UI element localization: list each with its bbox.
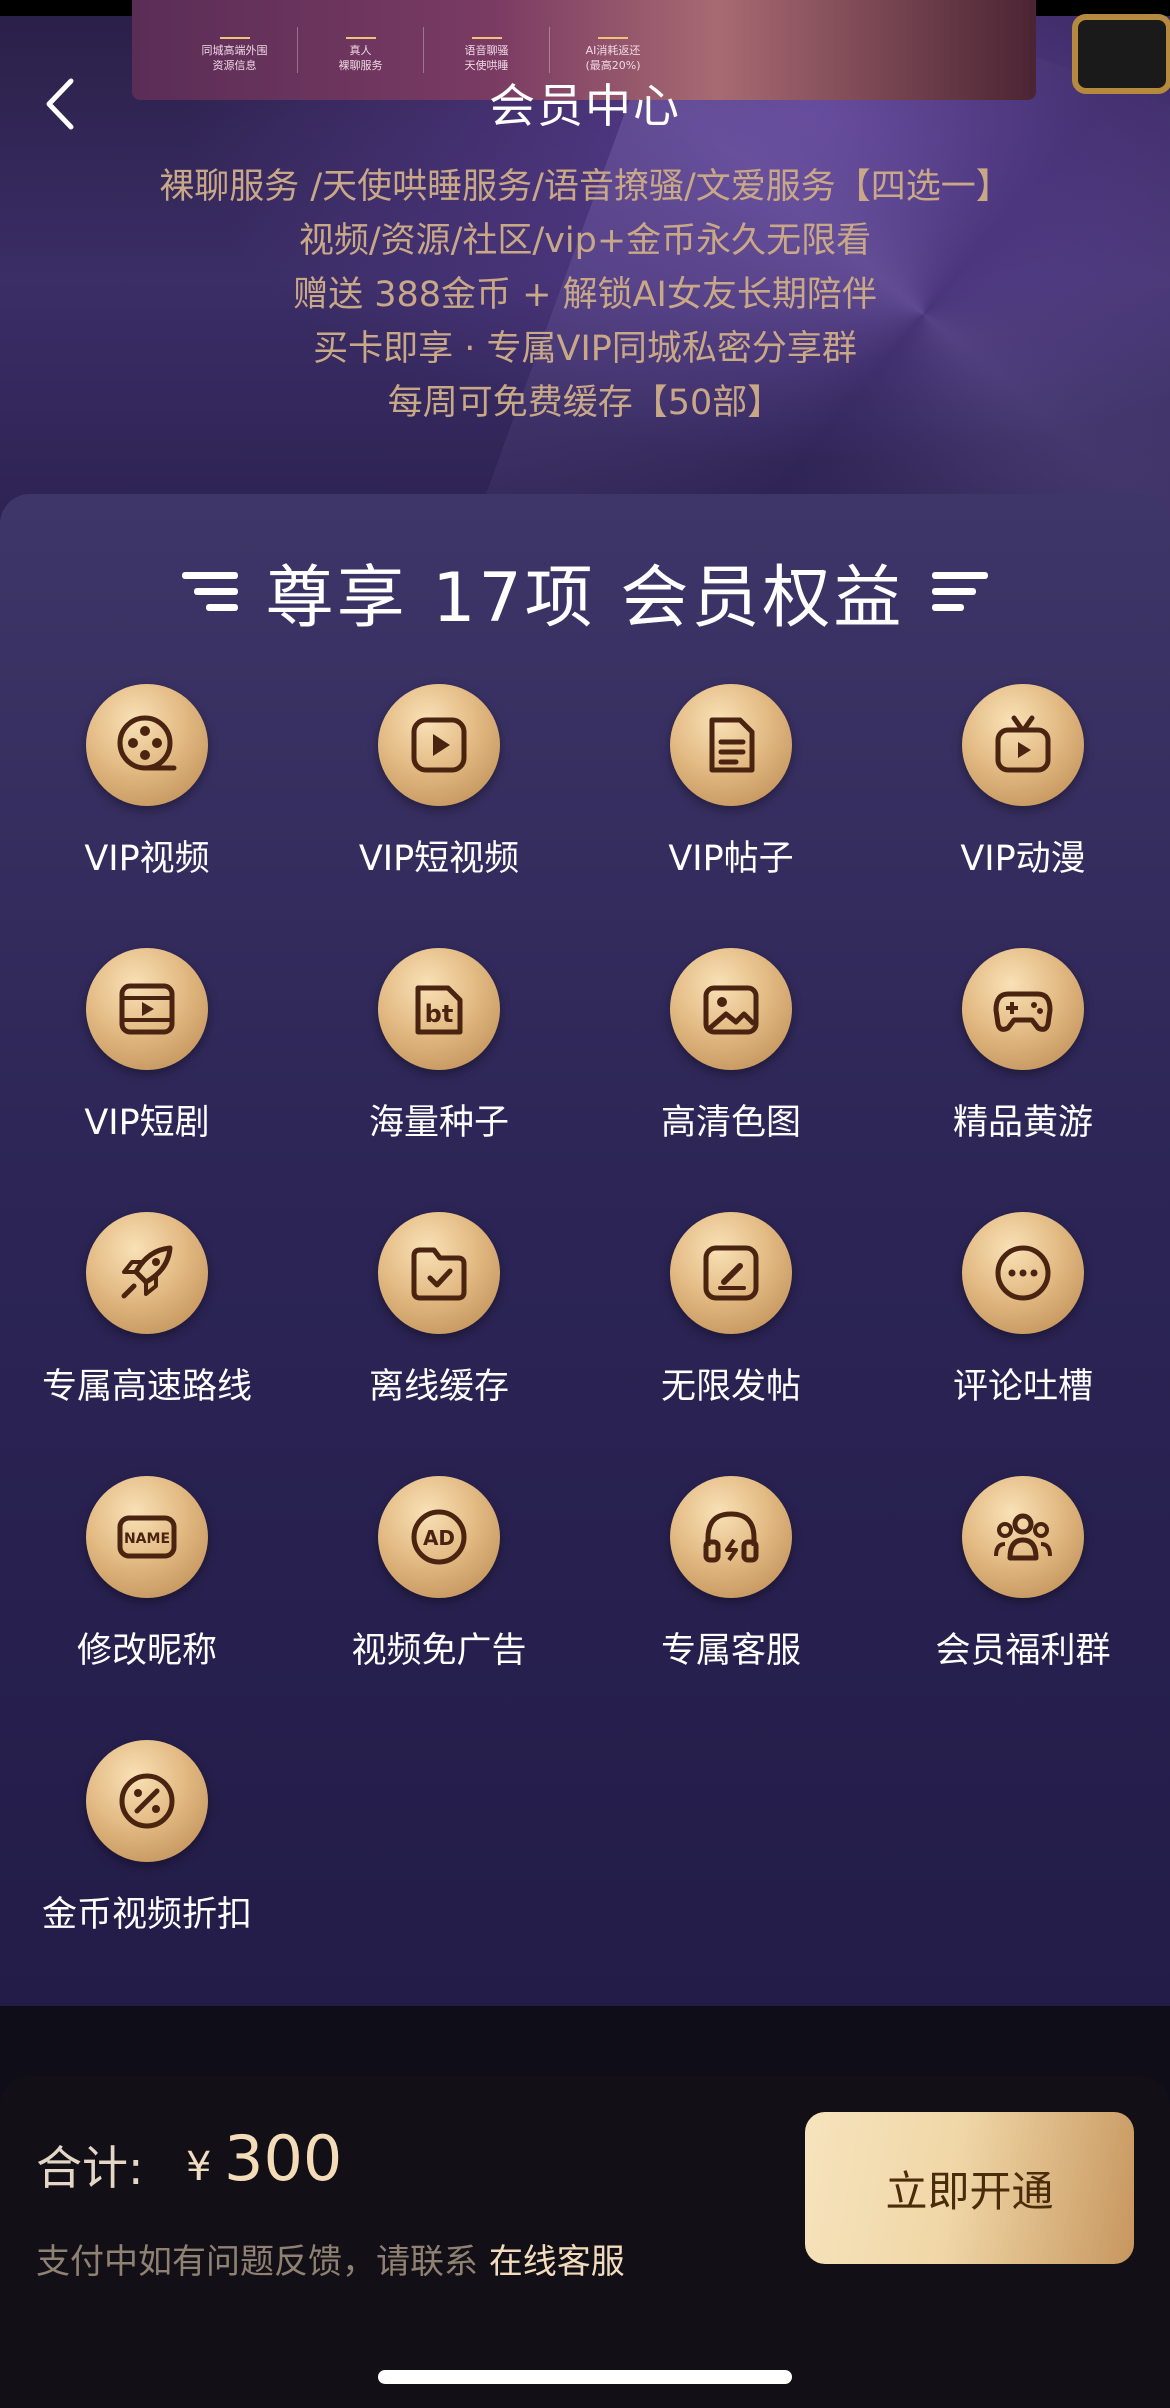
benefits-grid: VIP视频 VIP短视频 VIP帖子 VIP动漫 VIP短剧 bt 海量种子 高…	[0, 684, 1170, 2004]
benefit-item[interactable]: NAME 修改昵称	[1, 1476, 293, 1740]
benefit-item[interactable]: VIP短剧	[1, 948, 293, 1212]
benefit-item[interactable]: AD 视频免广告	[293, 1476, 585, 1740]
benefit-item[interactable]: bt 海量种子	[293, 948, 585, 1212]
total-label: 合计:	[36, 2141, 144, 2195]
benefit-item[interactable]: VIP动漫	[877, 684, 1169, 948]
total-amount: 300	[224, 2122, 343, 2195]
promo-line: 买卡即享 · 专属VIP同城私密分享群	[313, 329, 857, 369]
benefit-item[interactable]: 评论吐槽	[877, 1212, 1169, 1476]
gamepad-icon	[962, 948, 1084, 1070]
promo-line: 视频/资源/社区/vip+金币永久无限看	[298, 221, 872, 261]
svg-text:AD: AD	[423, 1526, 455, 1550]
banner-feature-icon	[345, 27, 376, 39]
activate-now-button[interactable]: 立即开通	[805, 2112, 1134, 2264]
benefit-label: 专属高速路线	[41, 1367, 252, 1407]
benefit-item[interactable]: VIP帖子	[585, 684, 877, 948]
benefit-label: 金币视频折扣	[41, 1895, 252, 1935]
play-button-icon	[378, 684, 500, 806]
promo-line: 每周可免费缓存【50部】	[387, 383, 783, 423]
checkout-bar: 合计: ¥ 300 支付中如有问题反馈，请联系 在线客服 立即开通	[0, 2076, 1170, 2408]
banner-feature: AI消耗返还 (最高20%)	[550, 27, 676, 73]
promo-line: 裸聊服务 /天使哄睡服务/语音撩骚/文爱服务【四选一】	[159, 167, 1011, 207]
benefit-item[interactable]: 无限发帖	[585, 1212, 877, 1476]
edit-post-icon	[670, 1212, 792, 1334]
folder-check-icon	[378, 1212, 500, 1334]
benefit-item[interactable]: 金币视频折扣	[1, 1740, 293, 2004]
help-text: 支付中如有问题反馈，请联系 在线客服	[36, 2234, 625, 2283]
benefit-item[interactable]: 离线缓存	[293, 1212, 585, 1476]
ad-free-icon: AD	[378, 1476, 500, 1598]
bt-torrent-icon: bt	[378, 948, 500, 1070]
comment-icon	[962, 1212, 1084, 1334]
benefits-title: 尊享 17项 会员权益	[265, 559, 905, 638]
rocket-icon	[86, 1212, 208, 1334]
heading-decoration-right	[932, 572, 989, 611]
benefit-item[interactable]: 专属客服	[585, 1476, 877, 1740]
customer-service-link[interactable]: 在线客服	[489, 2242, 625, 2282]
banner-feature-icon	[219, 27, 250, 39]
benefit-label: 精品黄游	[952, 1103, 1093, 1143]
svg-text:NAME: NAME	[124, 1531, 170, 1547]
discount-icon	[86, 1740, 208, 1862]
film-strip-icon	[86, 948, 208, 1070]
benefit-label: VIP短剧	[84, 1103, 210, 1143]
benefit-label: 专属客服	[660, 1631, 801, 1671]
benefit-label: 会员福利群	[935, 1631, 1111, 1671]
benefits-panel: 尊享 17项 会员权益 VIP视频 VIP短视频 VIP帖子 VIP动漫 VIP…	[0, 494, 1170, 2006]
heading-decoration-left	[181, 572, 238, 611]
banner-feature-icon	[598, 27, 628, 39]
home-indicator	[378, 2370, 792, 2384]
benefit-label: 高清色图	[660, 1103, 801, 1143]
benefit-label: 海量种子	[368, 1103, 509, 1143]
benefit-label: 修改昵称	[76, 1631, 217, 1671]
benefit-item[interactable]: 精品黄游	[877, 948, 1169, 1212]
document-icon	[670, 684, 792, 806]
banner-feature: 语音聊骚 天使哄睡	[424, 27, 550, 73]
banner-feature: 真人 裸聊服务	[298, 27, 424, 73]
name-tag-icon: NAME	[86, 1476, 208, 1598]
svg-text:bt: bt	[425, 1000, 454, 1028]
benefits-heading: 尊享 17项 会员权益	[0, 542, 1170, 641]
currency-symbol: ¥	[186, 2144, 212, 2190]
benefit-label: 无限发帖	[660, 1367, 801, 1407]
benefit-label: 视频免广告	[351, 1631, 527, 1671]
promo-text: 裸聊服务 /天使哄睡服务/语音撩骚/文爱服务【四选一】 视频/资源/社区/vip…	[0, 160, 1170, 430]
page-title: 会员中心	[489, 79, 681, 133]
tv-icon	[962, 684, 1084, 806]
hero-background: 同城高端外围 资源信息 真人 裸聊服务 语音聊骚 天使哄睡 AI消耗返还 (最高…	[0, 0, 1170, 560]
benefit-label: VIP帖子	[668, 839, 794, 879]
benefit-label: VIP短视频	[358, 839, 520, 879]
banner-feature: 同城高端外围 资源信息	[172, 27, 298, 73]
benefit-item[interactable]: 会员福利群	[877, 1476, 1169, 1740]
group-icon	[962, 1476, 1084, 1598]
promo-line: 赠送 388金币 + 解锁AI女友长期陪伴	[293, 275, 877, 315]
headset-icon	[670, 1476, 792, 1598]
help-text-label: 支付中如有问题反馈，请联系	[36, 2242, 489, 2282]
film-reel-icon	[86, 684, 208, 806]
benefit-label: 离线缓存	[368, 1367, 509, 1407]
benefit-item[interactable]: 专属高速路线	[1, 1212, 293, 1476]
benefit-label: VIP动漫	[960, 839, 1086, 879]
benefit-item[interactable]: VIP短视频	[293, 684, 585, 948]
benefit-label: VIP视频	[84, 839, 210, 879]
benefit-label: 评论吐槽	[952, 1367, 1093, 1407]
image-icon	[670, 948, 792, 1070]
benefit-item[interactable]: VIP视频	[1, 684, 293, 948]
benefit-item[interactable]: 高清色图	[585, 948, 877, 1212]
banner-feature-icon	[471, 27, 502, 39]
